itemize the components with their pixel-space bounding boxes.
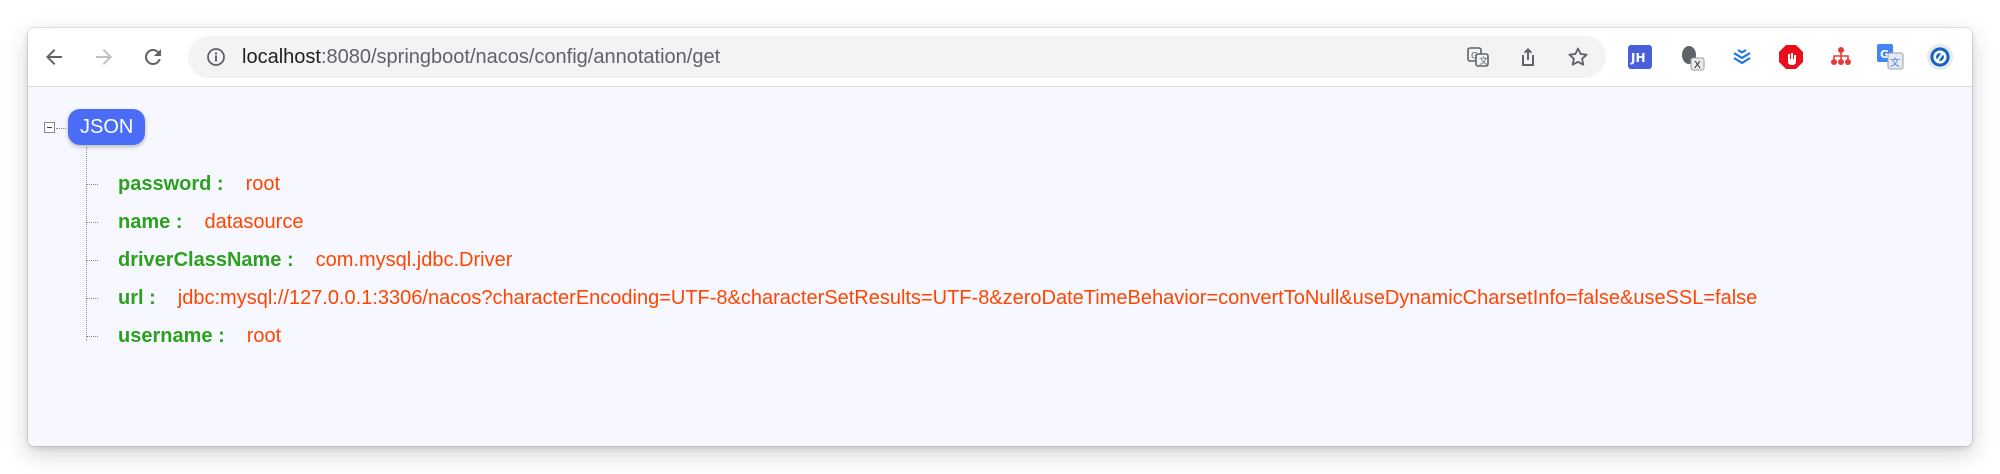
json-key: name xyxy=(118,211,171,233)
json-value: com.mysql.jdbc.Driver xyxy=(315,249,513,271)
layers-extension-icon[interactable] xyxy=(1728,43,1756,71)
browser-window: localhost:8080/springboot/nacos/config/a… xyxy=(28,28,1972,446)
circle-extension-icon[interactable] xyxy=(1926,43,1954,71)
url-host: localhost xyxy=(242,46,321,68)
bookmark-star-icon[interactable] xyxy=(1566,45,1590,69)
url-path: :8080/springboot/nacos/config/annotation… xyxy=(320,46,721,68)
json-entry: username : root xyxy=(86,317,281,355)
json-separator: : xyxy=(149,287,156,309)
json-value: root xyxy=(246,325,282,347)
tree-connector xyxy=(56,128,66,129)
collapse-toggle-icon[interactable] xyxy=(44,122,55,133)
json-separator: : xyxy=(175,211,183,233)
json-separator: : xyxy=(216,173,224,195)
info-icon[interactable] xyxy=(206,47,226,72)
json-key: driverClassName xyxy=(118,249,282,271)
browser-toolbar: localhost:8080/springboot/nacos/config/a… xyxy=(28,28,1972,87)
json-separator: : xyxy=(218,325,225,347)
tree-extension-icon[interactable] xyxy=(1827,43,1855,71)
json-key: url xyxy=(118,287,144,309)
json-entry: driverClassName : com.mysql.jdbc.Driver xyxy=(86,241,512,279)
back-icon[interactable] xyxy=(38,41,70,73)
json-key: password xyxy=(118,173,212,195)
json-entry: name : datasource xyxy=(86,203,303,241)
json-value: jdbc:mysql://127.0.0.1:3306/nacos?charac… xyxy=(177,287,1758,309)
json-key: username xyxy=(118,325,213,347)
json-entry: password : root xyxy=(86,165,280,203)
jh-extension-icon[interactable]: JH xyxy=(1626,43,1654,71)
x-extension-icon[interactable]: X xyxy=(1678,43,1706,71)
address-bar[interactable]: localhost:8080/springboot/nacos/config/a… xyxy=(188,36,1606,78)
json-entry: url : jdbc:mysql://127.0.0.1:3306/nacos?c… xyxy=(86,279,1757,317)
share-icon[interactable] xyxy=(1516,45,1540,69)
url-text[interactable]: localhost:8080/springboot/nacos/config/a… xyxy=(242,36,720,78)
json-viewer: JSON password : root name : datasource dri… xyxy=(28,87,1972,446)
adblock-extension-icon[interactable] xyxy=(1777,43,1805,71)
google-translate-extension-icon[interactable]: G文 xyxy=(1876,43,1904,71)
json-separator: : xyxy=(287,249,294,271)
svg-text:JH: JH xyxy=(1630,51,1646,65)
json-root-label[interactable]: JSON xyxy=(68,109,146,145)
forward-icon[interactable] xyxy=(88,41,120,73)
translate-icon[interactable]: G文 xyxy=(1466,45,1490,69)
json-value: datasource xyxy=(204,211,304,233)
svg-text:文: 文 xyxy=(1479,55,1488,67)
json-value: root xyxy=(245,173,281,195)
reload-icon[interactable] xyxy=(137,41,169,73)
svg-text:X: X xyxy=(1694,60,1701,71)
svg-text:文: 文 xyxy=(1890,56,1900,69)
